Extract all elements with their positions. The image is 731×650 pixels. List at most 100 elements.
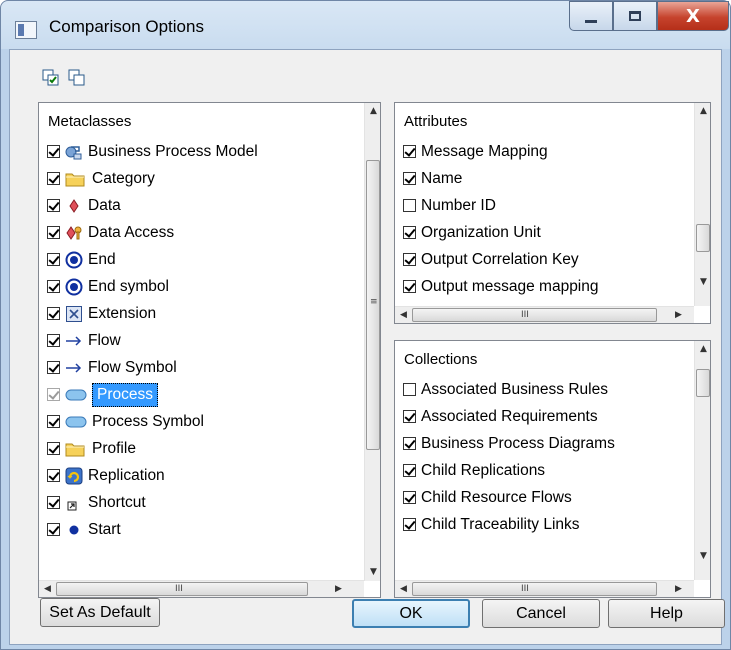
metaclasses-item[interactable]: Start (39, 516, 121, 543)
help-button[interactable]: Help (608, 599, 725, 628)
checkbox[interactable] (403, 226, 416, 239)
scroll-left-arrow-icon[interactable]: ◀ (395, 581, 412, 597)
collections-item[interactable]: Business Process Diagrams (395, 430, 615, 457)
checkbox[interactable] (47, 496, 60, 509)
metaclasses-item-label: Shortcut (88, 493, 146, 511)
set-as-default-button[interactable]: Set As Default (40, 598, 160, 627)
attributes-item[interactable]: Output Correlation Key (395, 246, 579, 273)
checkbox[interactable] (47, 253, 60, 266)
start-icon (65, 521, 83, 539)
cancel-button[interactable]: Cancel (482, 599, 600, 628)
metaclasses-item[interactable]: Category (39, 165, 155, 192)
attributes-vscrollbar[interactable]: ▲ ▼ (694, 103, 710, 306)
attributes-item[interactable]: Name (395, 165, 462, 192)
checkbox[interactable] (403, 172, 416, 185)
metaclasses-item[interactable]: Replication (39, 462, 165, 489)
metaclasses-item-label: Start (88, 520, 121, 538)
metaclasses-vscroll-thumb[interactable]: ≡ (366, 160, 380, 450)
checkbox[interactable] (47, 226, 60, 239)
minimize-button[interactable] (569, 1, 613, 31)
scroll-up-arrow-icon[interactable]: ▲ (695, 103, 710, 120)
metaclasses-item[interactable]: Flow Symbol (39, 354, 177, 381)
scroll-up-arrow-icon[interactable]: ▲ (365, 103, 380, 120)
arrow-right-icon (65, 332, 83, 350)
collections-hscroll-thumb[interactable]: III (412, 582, 657, 596)
checkbox[interactable] (47, 415, 60, 428)
attributes-item[interactable]: Output message mapping (395, 273, 599, 300)
metaclasses-item[interactable]: Flow (39, 327, 121, 354)
metaclasses-item[interactable]: Business Process Model (39, 138, 258, 165)
checkbox[interactable] (403, 464, 416, 477)
business-process-model-icon (65, 143, 83, 161)
attributes-item-label: Organization Unit (421, 223, 541, 241)
collections-item[interactable]: Associated Business Rules (395, 376, 608, 403)
collections-panel: Collections Associated Business Rules Ass… (394, 340, 711, 598)
attributes-item[interactable]: Number ID (395, 192, 496, 219)
metaclasses-item[interactable]: Process Symbol (39, 408, 204, 435)
process-icon (65, 386, 87, 404)
metaclasses-item[interactable]: Data (39, 192, 121, 219)
checkbox[interactable] (47, 334, 60, 347)
checkbox[interactable] (47, 307, 60, 320)
scroll-right-arrow-icon[interactable]: ▶ (670, 307, 687, 323)
checkbox[interactable] (403, 491, 416, 504)
checkbox[interactable] (403, 280, 416, 293)
collections-item-label: Child Replications (421, 461, 546, 479)
scroll-down-arrow-icon[interactable]: ▼ (695, 548, 710, 565)
checkbox[interactable] (403, 410, 416, 423)
collections-item[interactable]: Child Traceability Links (395, 511, 580, 538)
metaclasses-item[interactable]: End symbol (39, 273, 169, 300)
metaclasses-hscroll-thumb[interactable]: III (56, 582, 308, 596)
metaclasses-item[interactable]: Extension (39, 300, 156, 327)
checkbox[interactable] (47, 442, 60, 455)
collections-vscrollbar[interactable]: ▲ ▼ (694, 341, 710, 580)
checkbox[interactable] (47, 388, 60, 401)
collections-item[interactable]: Child Replications (395, 457, 545, 484)
checkbox[interactable] (403, 437, 416, 450)
metaclasses-hscrollbar[interactable]: ◀ III ▶ (39, 580, 364, 597)
checkbox[interactable] (403, 518, 416, 531)
metaclasses-item[interactable]: Shortcut (39, 489, 146, 516)
ok-button[interactable]: OK (352, 599, 470, 628)
collections-vscroll-thumb[interactable] (696, 369, 710, 397)
attributes-vscroll-thumb[interactable] (696, 224, 710, 252)
scroll-up-arrow-icon[interactable]: ▲ (695, 341, 710, 358)
checkbox[interactable] (403, 253, 416, 266)
scroll-left-arrow-icon[interactable]: ◀ (39, 581, 56, 597)
metaclasses-item-label: Extension (88, 304, 157, 322)
checkbox[interactable] (47, 172, 60, 185)
metaclasses-item[interactable]: Profile (39, 435, 136, 462)
scroll-down-arrow-icon[interactable]: ▼ (365, 564, 380, 581)
metaclasses-item[interactable]: Process (39, 381, 158, 408)
collections-item[interactable]: Child Resource Flows (395, 484, 572, 511)
checkbox[interactable] (47, 199, 60, 212)
attributes-item[interactable]: Message Mapping (395, 138, 548, 165)
metaclasses-item[interactable]: End (39, 246, 116, 273)
scroll-right-arrow-icon[interactable]: ▶ (330, 581, 347, 597)
checkbox[interactable] (47, 361, 60, 374)
attributes-hscroll-thumb[interactable]: III (412, 308, 657, 322)
checkbox[interactable] (403, 199, 416, 212)
metaclasses-item[interactable]: Data Access (39, 219, 174, 246)
attributes-item[interactable]: Organization Unit (395, 219, 541, 246)
checkbox[interactable] (47, 280, 60, 293)
checkbox[interactable] (403, 383, 416, 396)
collections-item[interactable]: Associated Requirements (395, 403, 598, 430)
checkbox[interactable] (47, 469, 60, 482)
collections-hscrollbar[interactable]: ◀ III ▶ (395, 580, 694, 597)
maximize-button[interactable] (613, 1, 657, 31)
arrow-right-icon (65, 359, 83, 377)
uncheck-all-icon[interactable] (68, 69, 86, 87)
scroll-down-arrow-icon[interactable]: ▼ (695, 274, 710, 291)
scroll-right-arrow-icon[interactable]: ▶ (670, 581, 687, 597)
process-icon (65, 413, 87, 431)
check-all-icon[interactable] (42, 69, 60, 87)
close-button[interactable]: X (657, 1, 729, 31)
checkbox[interactable] (403, 145, 416, 158)
metaclasses-vscrollbar[interactable]: ▲ ≡ ▼ (364, 103, 380, 581)
scroll-left-arrow-icon[interactable]: ◀ (395, 307, 412, 323)
checkbox[interactable] (47, 523, 60, 536)
metaclasses-item-label: Process (92, 382, 158, 407)
attributes-hscrollbar[interactable]: ◀ III ▶ (395, 306, 694, 323)
checkbox[interactable] (47, 145, 60, 158)
